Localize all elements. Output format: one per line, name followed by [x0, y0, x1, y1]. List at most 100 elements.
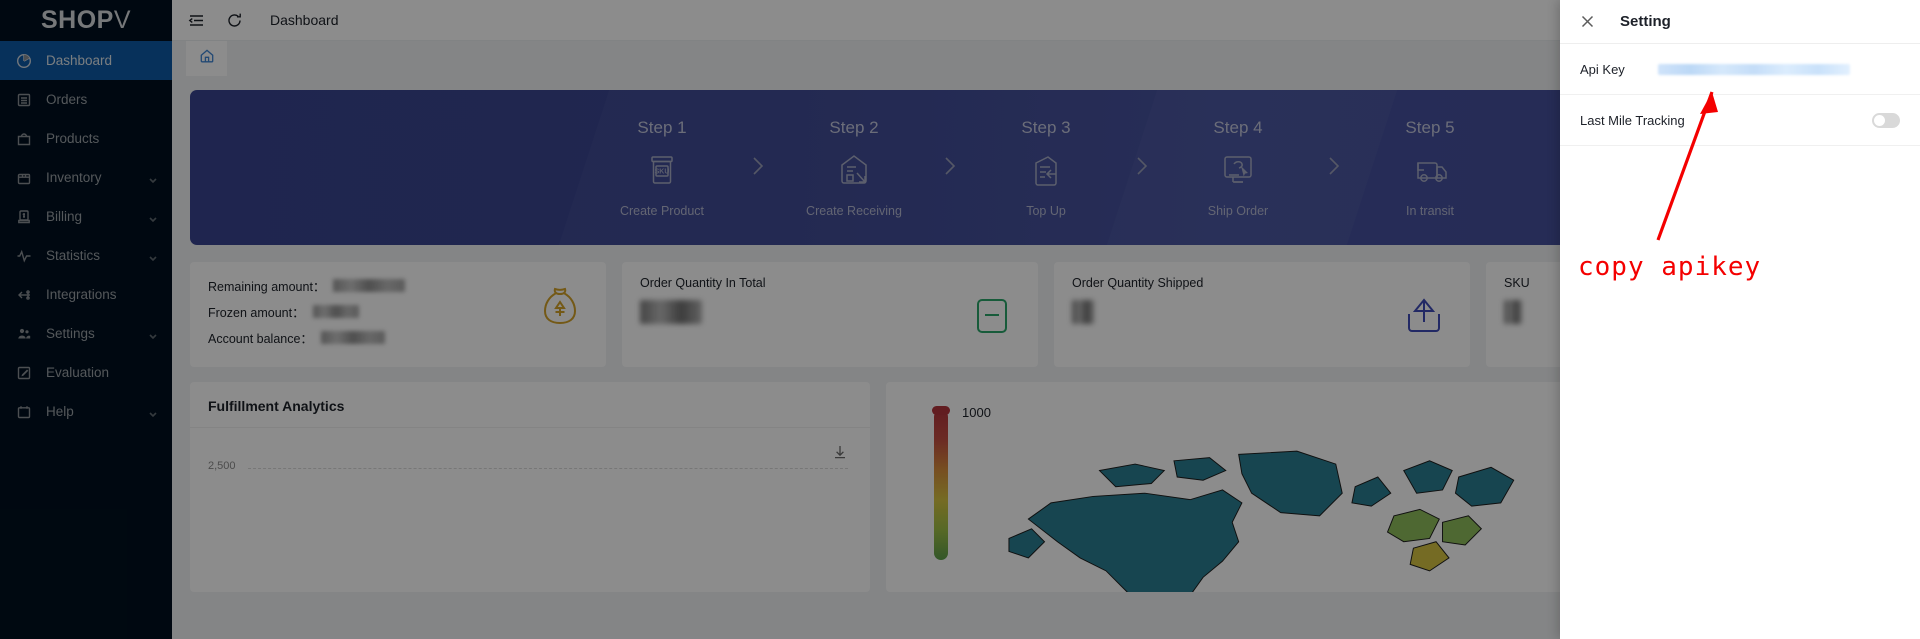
row-label: Remaining amount：	[208, 280, 326, 294]
redacted-value	[320, 331, 385, 344]
drawer-title: Setting	[1620, 13, 1671, 30]
last-mile-tracking-toggle[interactable]	[1872, 112, 1900, 128]
step-number: Step 1	[637, 117, 687, 137]
drawer-header: Setting	[1560, 0, 1920, 44]
sidebar-item-label: Help	[46, 404, 74, 419]
balance-row: Frozen amount：	[208, 302, 588, 321]
sidebar-item-label: Integrations	[46, 287, 117, 302]
usb-icon	[14, 285, 34, 305]
tab-home[interactable]	[186, 41, 227, 76]
sidebar-item-evaluation[interactable]: Evaluation	[0, 353, 172, 392]
step-label: Create Product	[619, 203, 705, 218]
sidebar-item-help[interactable]: Help	[0, 392, 172, 431]
chevron-right-icon	[1120, 151, 1164, 185]
brand-accent: V	[113, 6, 132, 34]
card-balance: Remaining amount： Frozen amount： Account…	[190, 262, 606, 367]
step-label: In transit	[1406, 203, 1454, 218]
map-legend-cap	[932, 406, 950, 415]
step-label: Top Up	[1026, 203, 1066, 218]
chevron-down-icon	[148, 407, 158, 417]
sidebar-item-label: Inventory	[46, 170, 102, 185]
collapse-menu-icon[interactable]	[186, 10, 206, 30]
redacted-value	[312, 305, 359, 318]
redacted-value	[333, 279, 406, 292]
chart-gridline	[248, 468, 848, 469]
step-number: Step 2	[829, 117, 879, 137]
drawer-row-last-mile-tracking: Last Mile Tracking	[1560, 95, 1920, 146]
card-title: Order Quantity In Total	[640, 276, 766, 290]
sku-bucket-icon: SKU	[641, 149, 683, 191]
panel-title: Fulfillment Analytics	[190, 382, 870, 428]
step-3[interactable]: Step 3 Top Up	[972, 118, 1120, 218]
sidebar-item-integrations[interactable]: Integrations	[0, 275, 172, 314]
card-order-quantity-shipped: Order Quantity Shipped	[1054, 262, 1470, 367]
step-label: Ship Order	[1207, 203, 1269, 218]
redacted-value	[1072, 300, 1094, 324]
truck-icon	[1409, 149, 1451, 191]
map-legend-max-label: 1000	[962, 405, 991, 420]
sidebar-item-label: Settings	[46, 326, 95, 341]
sidebar-item-label: Billing	[46, 209, 83, 224]
topup-doc-icon	[1025, 149, 1067, 191]
chevron-down-icon	[148, 173, 158, 183]
order-box-icon	[966, 290, 1018, 342]
brand-logo: SHOP V	[0, 0, 172, 41]
panel-fulfillment-analytics: Fulfillment Analytics 2,500	[190, 382, 870, 592]
api-key-value-redacted[interactable]	[1658, 63, 1850, 75]
receiving-doc-icon	[833, 149, 875, 191]
box-icon	[14, 168, 34, 188]
step-2[interactable]: Step 2 Create Receiving	[780, 118, 928, 218]
chevron-down-icon	[148, 212, 158, 222]
sidebar-item-products[interactable]: Products	[0, 119, 172, 158]
pie-chart-icon	[14, 51, 34, 71]
sidebar-item-label: Dashboard	[46, 53, 113, 68]
chevron-down-icon	[148, 329, 158, 339]
page-title: Dashboard	[270, 12, 339, 28]
money-bag-yen-icon	[534, 280, 586, 332]
sidebar-item-label: Products	[46, 131, 100, 146]
sidebar-item-inventory[interactable]: Inventory	[0, 158, 172, 197]
edit-square-icon	[14, 363, 34, 383]
api-key-label: Api Key	[1580, 61, 1625, 77]
chevron-right-icon	[1312, 151, 1356, 185]
list-icon	[14, 90, 34, 110]
sidebar-item-statistics[interactable]: Statistics	[0, 236, 172, 275]
map-legend-gradient	[934, 410, 948, 560]
card-title: Order Quantity Shipped	[1072, 276, 1204, 290]
sidebar-item-label: Evaluation	[46, 365, 110, 380]
svg-text:SKU: SKU	[655, 168, 670, 175]
step-label: Create Receiving	[806, 203, 902, 218]
close-icon[interactable]	[1580, 14, 1596, 30]
step-1[interactable]: Step 1 SKU Create Product	[588, 118, 736, 218]
step-number: Step 5	[1405, 117, 1455, 137]
redacted-value	[1504, 300, 1522, 324]
step-5[interactable]: Step 5 In transit	[1356, 118, 1504, 218]
download-icon[interactable]	[832, 444, 848, 460]
sidebar: SHOP V Dashboard Orders Products Inventor…	[0, 0, 172, 639]
pulse-icon	[14, 246, 34, 266]
people-icon	[14, 324, 34, 344]
home-icon	[199, 48, 215, 69]
shipped-up-icon	[1398, 290, 1450, 342]
step-4[interactable]: Step 4 Ship Order	[1164, 118, 1312, 218]
step-number: Step 3	[1021, 117, 1071, 137]
sidebar-item-billing[interactable]: Billing	[0, 197, 172, 236]
monitor-cursor-icon	[1217, 149, 1259, 191]
chevron-right-icon	[736, 151, 780, 185]
annotation-text: copy apikey	[1578, 252, 1762, 282]
setting-drawer: Setting Api Key Last Mile Tracking	[1560, 0, 1920, 639]
sidebar-nav: Dashboard Orders Products Inventory Bill…	[0, 41, 172, 431]
sidebar-item-label: Statistics	[46, 248, 101, 263]
sidebar-item-settings[interactable]: Settings	[0, 314, 172, 353]
row-label: Account balance：	[208, 332, 313, 346]
sidebar-item-label: Orders	[46, 92, 88, 107]
last-mile-tracking-label: Last Mile Tracking	[1580, 112, 1685, 128]
card-order-quantity-total: Order Quantity In Total	[622, 262, 1038, 367]
app-root: SHOP V Dashboard Orders Products Inventor…	[0, 0, 1920, 639]
sidebar-item-orders[interactable]: Orders	[0, 80, 172, 119]
balance-row: Account balance：	[208, 328, 588, 347]
sidebar-item-dashboard[interactable]: Dashboard	[0, 41, 172, 80]
brand-name: SHOP	[40, 6, 114, 34]
redacted-value	[640, 300, 702, 324]
refresh-icon[interactable]	[224, 10, 244, 30]
